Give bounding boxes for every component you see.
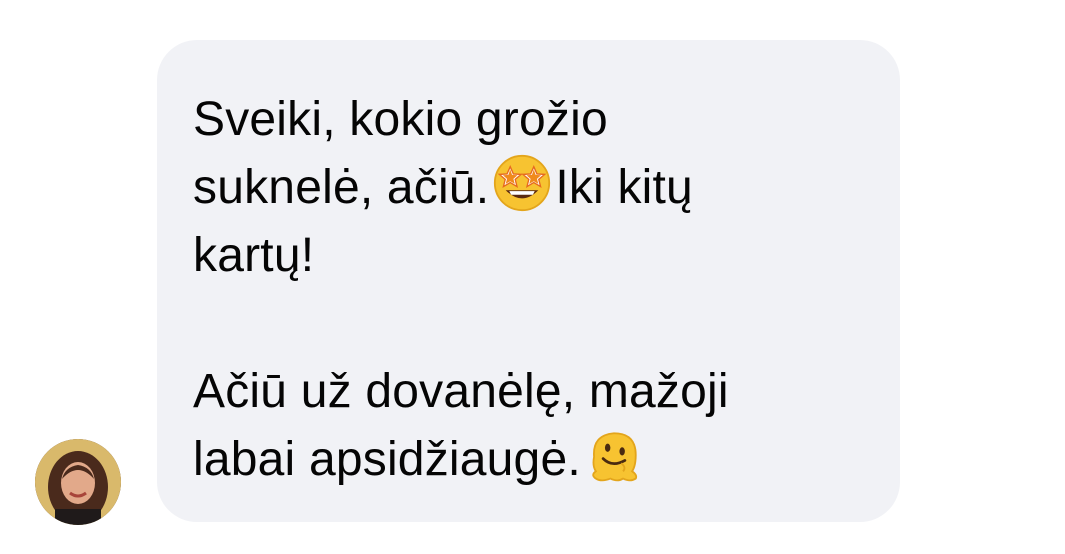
melting-face-emoji: [592, 432, 637, 482]
avatar-photo: [35, 439, 121, 525]
message-text: kartų!: [193, 229, 315, 282]
message-text: suknelė, ačiū.: [193, 161, 490, 214]
message-text: Sveiki, kokio grožio: [193, 93, 608, 146]
star-struck-emoji: [494, 154, 551, 212]
message-bubble[interactable]: Sveiki, kokio grožio suknelė, ačiū. Iki …: [157, 40, 900, 522]
message-text: labai apsidžiaugė.: [193, 433, 581, 486]
message-paragraph-2: Ačiū už dovanėlę, mažoji labai apsidžiau…: [193, 358, 864, 494]
avatar[interactable]: [35, 439, 121, 525]
message-text: Iki kitų: [555, 161, 693, 214]
message-paragraph-1: Sveiki, kokio grožio suknelė, ačiū. Iki …: [193, 86, 864, 290]
chat-thread: Sveiki, kokio grožio suknelė, ačiū. Iki …: [0, 0, 1065, 554]
message-text: Ačiū už dovanėlę, mažoji: [193, 365, 729, 418]
